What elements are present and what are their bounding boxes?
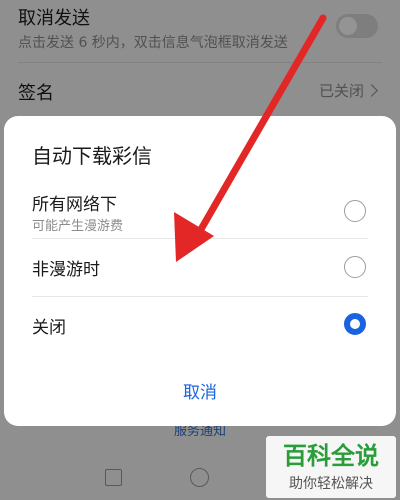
annotation-arrow-icon xyxy=(174,14,327,262)
watermark-logo: 百科全说 助你轻松解决 xyxy=(266,436,396,498)
svg-text:百科全说: 百科全说 xyxy=(283,442,379,470)
svg-text:助你轻松解决: 助你轻松解决 xyxy=(289,476,373,492)
